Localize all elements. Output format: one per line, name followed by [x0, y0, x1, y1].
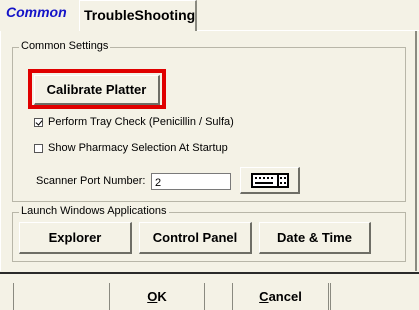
cancel-button[interactable]: Cancel	[232, 283, 329, 310]
common-settings-legend: Common Settings	[19, 40, 111, 52]
keyboard-button[interactable]	[240, 167, 300, 194]
launch-apps-legend: Launch Windows Applications	[19, 205, 169, 217]
ok-mnemonic: O	[147, 289, 158, 304]
cancel-mnemonic: C	[259, 289, 269, 304]
explorer-button[interactable]: Explorer	[19, 222, 132, 254]
scanner-port-input[interactable]	[151, 173, 231, 190]
keyboard-icon	[250, 172, 289, 188]
tab-troubleshooting[interactable]: TroubleShooting	[79, 0, 197, 31]
tray-check-option[interactable]: Perform Tray Check (Penicillin / Sulfa)	[34, 116, 234, 128]
ok-label-rest: K	[157, 289, 167, 304]
footer-empty-slot	[13, 283, 109, 310]
pharmacy-selection-option[interactable]: Show Pharmacy Selection At Startup	[34, 142, 228, 154]
calibrate-platter-button[interactable]: Calibrate Platter	[34, 75, 160, 105]
cancel-label-rest: ancel	[268, 289, 302, 304]
footer-empty-slot	[330, 283, 419, 310]
pharmacy-selection-checkbox[interactable]	[34, 143, 43, 153]
scanner-port-label: Scanner Port Number:	[36, 175, 146, 187]
control-panel-button[interactable]: Control Panel	[139, 222, 252, 254]
date-time-button[interactable]: Date & Time	[259, 222, 371, 254]
tray-check-checkbox[interactable]	[34, 117, 43, 127]
tab-common[interactable]: Common	[0, 0, 79, 31]
tray-check-label: Perform Tray Check (Penicillin / Sulfa)	[48, 116, 234, 128]
ok-button[interactable]: OK	[109, 283, 205, 310]
pharmacy-selection-label: Show Pharmacy Selection At Startup	[48, 142, 228, 154]
